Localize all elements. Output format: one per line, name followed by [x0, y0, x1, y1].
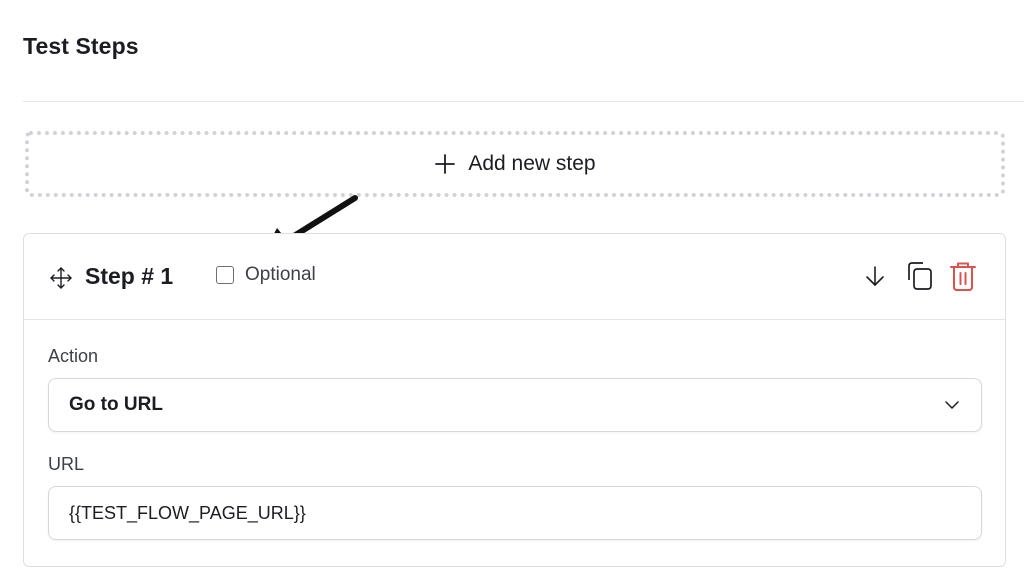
drag-move-icon[interactable]: [49, 266, 73, 290]
action-label: Action: [48, 346, 99, 366]
trash-icon: [950, 262, 976, 291]
step-header: Step # 1 Optional: [24, 234, 1005, 320]
url-input[interactable]: [48, 486, 982, 540]
delete-step-button[interactable]: [946, 259, 980, 293]
add-new-step-label: Add new step: [468, 152, 596, 175]
duplicate-icon: [908, 262, 932, 290]
step-header-actions: [848, 259, 980, 293]
action-select-value: Go to URL: [69, 394, 163, 415]
step-title: Step # 1: [85, 263, 174, 289]
step-card: Step # 1 Optional Action Go to URL URL {…: [23, 233, 1006, 567]
test-steps-page: Test Steps Add new step Step # 1 Optiona…: [0, 0, 1024, 581]
step-body: Action Go to URL URL: [24, 320, 1005, 540]
url-label: URL: [48, 454, 85, 474]
divider: [23, 101, 1024, 102]
plus-icon: [434, 153, 456, 175]
optional-label: Optional: [245, 264, 316, 285]
duplicate-step-button[interactable]: [902, 259, 936, 293]
add-new-step-button[interactable]: Add new step: [25, 131, 1005, 197]
move-down-button[interactable]: [858, 259, 892, 293]
section-title: Test Steps: [23, 33, 139, 59]
optional-checkbox[interactable]: [216, 266, 234, 284]
action-select[interactable]: Go to URL: [48, 378, 982, 432]
chevron-down-icon: [943, 396, 961, 414]
optional-checkbox-wrapper[interactable]: Optional: [216, 264, 316, 286]
arrow-down-icon: [866, 266, 884, 286]
